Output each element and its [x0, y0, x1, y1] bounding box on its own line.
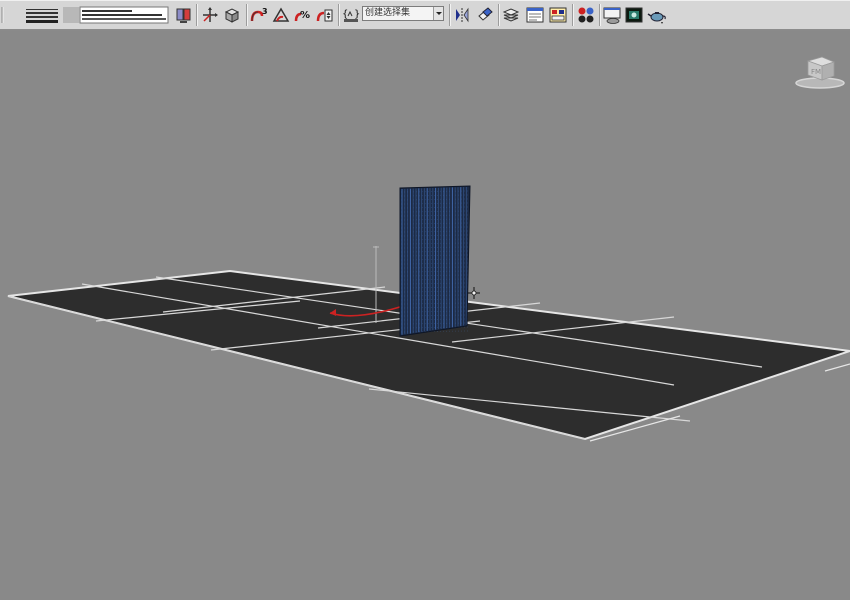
render-teapot-icon[interactable] [646, 4, 668, 26]
snaps-3d-icon[interactable]: 3 [248, 4, 270, 26]
angle-snap-icon[interactable] [270, 4, 292, 26]
material-editor-icon[interactable] [575, 4, 597, 26]
rendered-frame-icon[interactable] [623, 4, 645, 26]
named-selection-icon[interactable]: { } [340, 4, 362, 26]
viewcube[interactable]: FM [795, 56, 845, 89]
layer-explorer-icon[interactable] [500, 4, 522, 26]
graph-editor-icon[interactable] [524, 4, 546, 26]
toolbar-separator [599, 4, 600, 26]
curtain-object[interactable] [399, 185, 471, 337]
move-cursor-icon [468, 287, 480, 299]
box-select-icon[interactable] [221, 4, 243, 26]
viewcube-label: FM [811, 68, 821, 76]
chevron-down-icon[interactable] [433, 7, 443, 20]
move-icon[interactable] [199, 4, 221, 26]
color-swatch-icon[interactable] [62, 4, 170, 26]
align-icon[interactable] [474, 4, 496, 26]
mirror-icon[interactable] [451, 4, 473, 26]
toolbar-separator [246, 4, 247, 26]
svg-text:3: 3 [262, 7, 268, 16]
render-setup-icon[interactable] [601, 4, 623, 26]
toolbar-separator [498, 4, 499, 26]
svg-text:%: % [300, 10, 310, 21]
perspective-viewport[interactable]: FM [0, 31, 850, 600]
layer-lines-icon[interactable] [24, 4, 60, 26]
percent-snap-icon[interactable]: % [292, 4, 314, 26]
layer-manager-icon[interactable] [172, 4, 194, 26]
toolbar-separator [449, 4, 450, 26]
selection-set-field[interactable]: 创建选择集 [362, 6, 444, 21]
toolbar-separator [338, 4, 339, 26]
main-toolbar: 3 % { } 创建选择集 [0, 0, 850, 30]
toolbar-separator [572, 4, 573, 26]
svg-text:}: } [354, 9, 360, 20]
toolbar-separator [196, 4, 197, 26]
spinner-snap-icon[interactable] [314, 4, 336, 26]
svg-text:{: { [342, 9, 348, 20]
schematic-view-icon[interactable] [547, 4, 569, 26]
toolbar-grip[interactable] [0, 4, 6, 26]
